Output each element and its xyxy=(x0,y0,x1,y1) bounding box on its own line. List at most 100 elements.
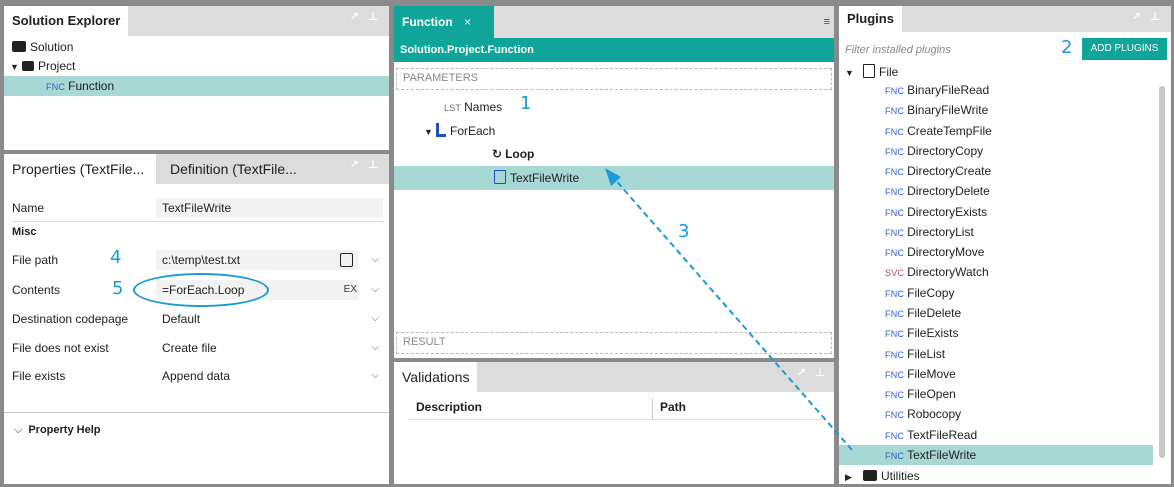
file-picker-icon[interactable] xyxy=(340,253,353,267)
tab-function[interactable]: Function × xyxy=(394,6,494,38)
plugin-item[interactable]: FNC DirectoryMove xyxy=(885,242,1161,262)
tab-properties[interactable]: Properties (TextFile... xyxy=(4,154,156,184)
plugin-item[interactable]: FNC BinaryFileRead xyxy=(885,80,1161,100)
property-help-toggle[interactable]: ⌵ Property Help xyxy=(14,424,100,437)
plugin-item[interactable]: FNC DirectoryExists xyxy=(885,202,1161,222)
expression-badge[interactable]: EX xyxy=(344,280,357,300)
expand-arrow-icon[interactable]: ▼ xyxy=(845,63,857,83)
properties-tabstrip: Properties (TextFile... Definition (Text… xyxy=(4,154,389,184)
tree-item-project[interactable]: ▼ Project xyxy=(10,56,75,76)
pane-pin-controls[interactable]: ↗ ⊥ xyxy=(350,158,381,171)
plugin-item[interactable]: FNC FileCopy xyxy=(885,283,1161,303)
property-label: File exists xyxy=(12,369,66,383)
plugins-scrollbar[interactable] xyxy=(1159,86,1165,458)
property-row-file-path: File path c:\temp\test.txt ⌵ xyxy=(4,249,389,271)
tree-item-textfilewrite[interactable]: TextFileWrite xyxy=(394,166,834,190)
column-header-description[interactable]: Description xyxy=(416,400,482,414)
plugin-item[interactable]: FNC Robocopy xyxy=(885,404,1161,424)
solution-explorer-tab[interactable]: Solution Explorer xyxy=(4,6,129,36)
plugin-label: FileMove xyxy=(907,367,956,381)
tree-item-solution[interactable]: Solution xyxy=(12,37,73,57)
plugin-filter-input[interactable]: Filter installed plugins xyxy=(845,40,1045,60)
tree-item-foreach[interactable]: ▼ ForEach xyxy=(424,121,495,141)
chevron-down-icon[interactable]: ⌵ xyxy=(371,308,379,330)
property-row-file-exists: File exists Append data ⌵ xyxy=(4,365,389,387)
plugin-item[interactable]: FNC DirectoryCreate xyxy=(885,161,1161,181)
plugin-tag: FNC xyxy=(885,106,905,116)
tab-function-label: Function xyxy=(402,15,453,29)
tree-item-foreach-label: ForEach xyxy=(450,124,496,138)
briefcase-icon xyxy=(12,41,26,52)
plugin-label: DirectoryDelete xyxy=(907,184,990,198)
plugin-tag: FNC xyxy=(885,329,905,339)
file-does-not-exist-select[interactable]: Create file xyxy=(156,338,383,358)
misc-category-label: Misc xyxy=(12,226,37,238)
plugin-item[interactable]: FNC DirectoryList xyxy=(885,222,1161,242)
property-row-name: Name TextFileWrite xyxy=(4,197,389,219)
tree-item-names[interactable]: LST Names xyxy=(444,97,502,117)
column-divider xyxy=(652,398,653,420)
plugin-label: DirectoryCreate xyxy=(907,164,992,178)
close-icon[interactable]: × xyxy=(464,15,471,29)
plugin-label: Robocopy xyxy=(907,407,962,421)
chevron-down-icon[interactable]: ⌵ xyxy=(371,279,379,301)
plugin-item[interactable]: FNC TextFileRead xyxy=(885,425,1161,445)
tree-item-solution-label: Solution xyxy=(30,40,74,54)
tab-plugins[interactable]: Plugins xyxy=(839,6,902,32)
pane-pin-controls[interactable]: ↗ ⊥ xyxy=(1132,10,1163,23)
plugin-item[interactable]: SVC DirectoryWatch xyxy=(885,262,1161,282)
plugin-item[interactable]: FNC BinaryFileWrite xyxy=(885,100,1161,120)
file-path-value: c:\temp\test.txt xyxy=(162,253,241,267)
plugin-label: BinaryFileWrite xyxy=(907,103,989,117)
tab-validations[interactable]: Validations xyxy=(394,362,478,392)
highlight-ellipse xyxy=(133,273,269,307)
solution-explorer-pane: Solution Explorer ↗ ⊥ Solution ▼ Project … xyxy=(4,6,389,150)
pane-pin-controls[interactable]: ↗ ⊥ xyxy=(350,10,381,23)
result-label: RESULT xyxy=(403,336,446,348)
plugin-item[interactable]: FNC FileOpen xyxy=(885,384,1161,404)
toolbox-icon xyxy=(863,470,877,481)
tree-item-names-label: Names xyxy=(464,100,503,114)
plugin-tag: FNC xyxy=(885,127,905,137)
plugin-group-utilities[interactable]: ▶ Utilities xyxy=(845,466,920,484)
plugin-label: DirectoryList xyxy=(907,225,974,239)
property-help-label: Property Help xyxy=(28,424,101,436)
codepage-select[interactable]: Default xyxy=(156,309,383,329)
tree-item-loop[interactable]: ↻ Loop xyxy=(492,144,534,164)
validations-tabstrip: Validations ↗ ⊥ xyxy=(394,362,834,392)
callout-number: 5 xyxy=(112,278,124,299)
file-exists-select[interactable]: Append data xyxy=(156,366,383,386)
parameters-label: PARAMETERS xyxy=(403,72,478,84)
tab-definition[interactable]: Definition (TextFile... xyxy=(162,154,305,184)
foreach-bracket-icon xyxy=(436,123,446,137)
validations-header-row: Description Path xyxy=(408,398,822,420)
property-label: Contents xyxy=(12,283,61,297)
plugin-label: DirectoryCopy xyxy=(907,144,984,158)
chevron-down-icon[interactable]: ⌵ xyxy=(371,365,379,387)
expand-arrow-icon[interactable]: ▶ xyxy=(845,467,857,484)
name-field[interactable]: TextFileWrite xyxy=(156,198,383,218)
column-header-path[interactable]: Path xyxy=(660,400,686,414)
add-plugins-button[interactable]: ADD PLUGINS xyxy=(1082,38,1167,60)
plugin-item[interactable]: FNC CreateTempFile xyxy=(885,121,1161,141)
plugin-group-file[interactable]: ▼ File xyxy=(845,62,898,82)
tree-item-function[interactable]: FNC Function xyxy=(4,76,389,96)
chevron-down-icon[interactable]: ⌵ xyxy=(371,337,379,359)
expand-arrow-icon[interactable]: ▼ xyxy=(10,57,22,77)
plugin-item[interactable]: FNC FileMove xyxy=(885,364,1161,384)
document-menu-icon[interactable]: ≡ xyxy=(824,16,830,28)
property-label: File does not exist xyxy=(12,341,109,355)
chevron-down-icon[interactable]: ⌵ xyxy=(371,249,379,271)
plugin-label: TextFileWrite xyxy=(907,448,977,462)
plugin-item[interactable]: FNC DirectoryDelete xyxy=(885,181,1161,201)
plugin-item[interactable]: FNC FileList xyxy=(885,344,1161,364)
file-path-field[interactable]: c:\temp\test.txt xyxy=(156,250,359,270)
plugin-item-selected[interactable]: FNC TextFileWrite xyxy=(839,445,1153,465)
plugin-item[interactable]: FNC FileExists xyxy=(885,323,1161,343)
plugin-item[interactable]: FNC FileDelete xyxy=(885,303,1161,323)
plugin-tag: FNC xyxy=(885,289,905,299)
plugin-item[interactable]: FNC DirectoryCopy xyxy=(885,141,1161,161)
expand-arrow-icon[interactable]: ▼ xyxy=(424,122,436,142)
pane-pin-controls[interactable]: ↗ ⊥ xyxy=(797,366,828,379)
plugin-tag: FNC xyxy=(885,167,905,177)
